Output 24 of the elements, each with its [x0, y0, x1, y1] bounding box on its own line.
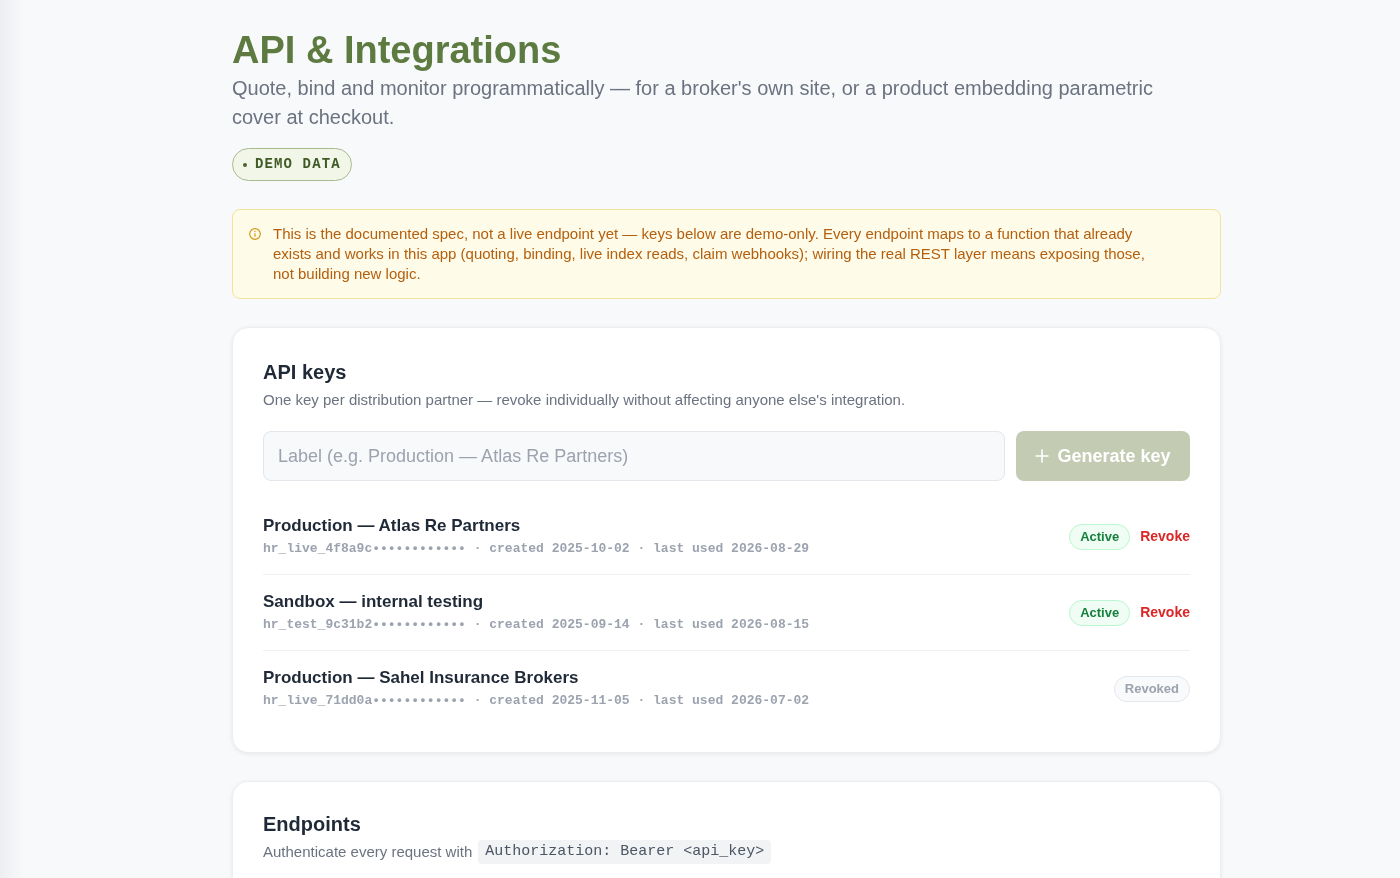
revoke-link[interactable]: Revoke — [1140, 526, 1190, 547]
badge-label: DEMO DATA — [255, 155, 341, 174]
status-badge: Revoked — [1113, 675, 1190, 702]
key-name: Production — Sahel Insurance Brokers — [263, 667, 580, 689]
page-title: API & Integrations — [232, 28, 562, 73]
auth-instruction-text: Authenticate every request with — [263, 842, 473, 862]
key-name: Production — Atlas Re Partners — [263, 515, 522, 537]
notice-text: This is the documented spec, not a live endpoint yet — keys below are demo-only. Every endpoint maps to a function that already exists and works in this app (quoting, binding, live index reads, claim webhooks); wiring the real REST layer means exposing those, not building new logic. — [273, 224, 1146, 284]
section-title: API keys — [263, 360, 348, 385]
revoke-link[interactable]: Revoke — [1140, 602, 1190, 623]
label-input[interactable]: Label (e.g. Production — Atlas Re Partners) — [263, 431, 1005, 481]
section-description: One key per distribution partner — revoke individually without affecting anyone else's integration. — [263, 390, 907, 410]
key-details: hr_live_4f8a9c•••••••••••• · created 2025-10-02 · last used 2026-08-29 — [263, 540, 810, 558]
auth-header-code: Authorization: Bearer <api_key> — [478, 840, 772, 864]
key-details: hr_live_71dd0a•••••••••••• · created 2025-11-05 · last used 2026-07-02 — [263, 692, 810, 710]
status-badge: Active — [1069, 599, 1131, 626]
section-title: Endpoints — [263, 812, 362, 837]
info-icon — [249, 228, 261, 240]
page-subtitle: Quote, bind and monitor programmatically — for a broker's own site, or a product embedding parametric cover at checkout. — [232, 76, 1154, 130]
status-badge: Active — [1069, 523, 1131, 550]
status-dot-icon — [243, 162, 247, 167]
key-name: Sandbox — internal testing — [263, 591, 485, 613]
key-details: hr_test_9c31b2•••••••••••• · created 2025-09-14 · last used 2026-08-15 — [263, 616, 810, 634]
plus-icon — [1035, 449, 1050, 463]
